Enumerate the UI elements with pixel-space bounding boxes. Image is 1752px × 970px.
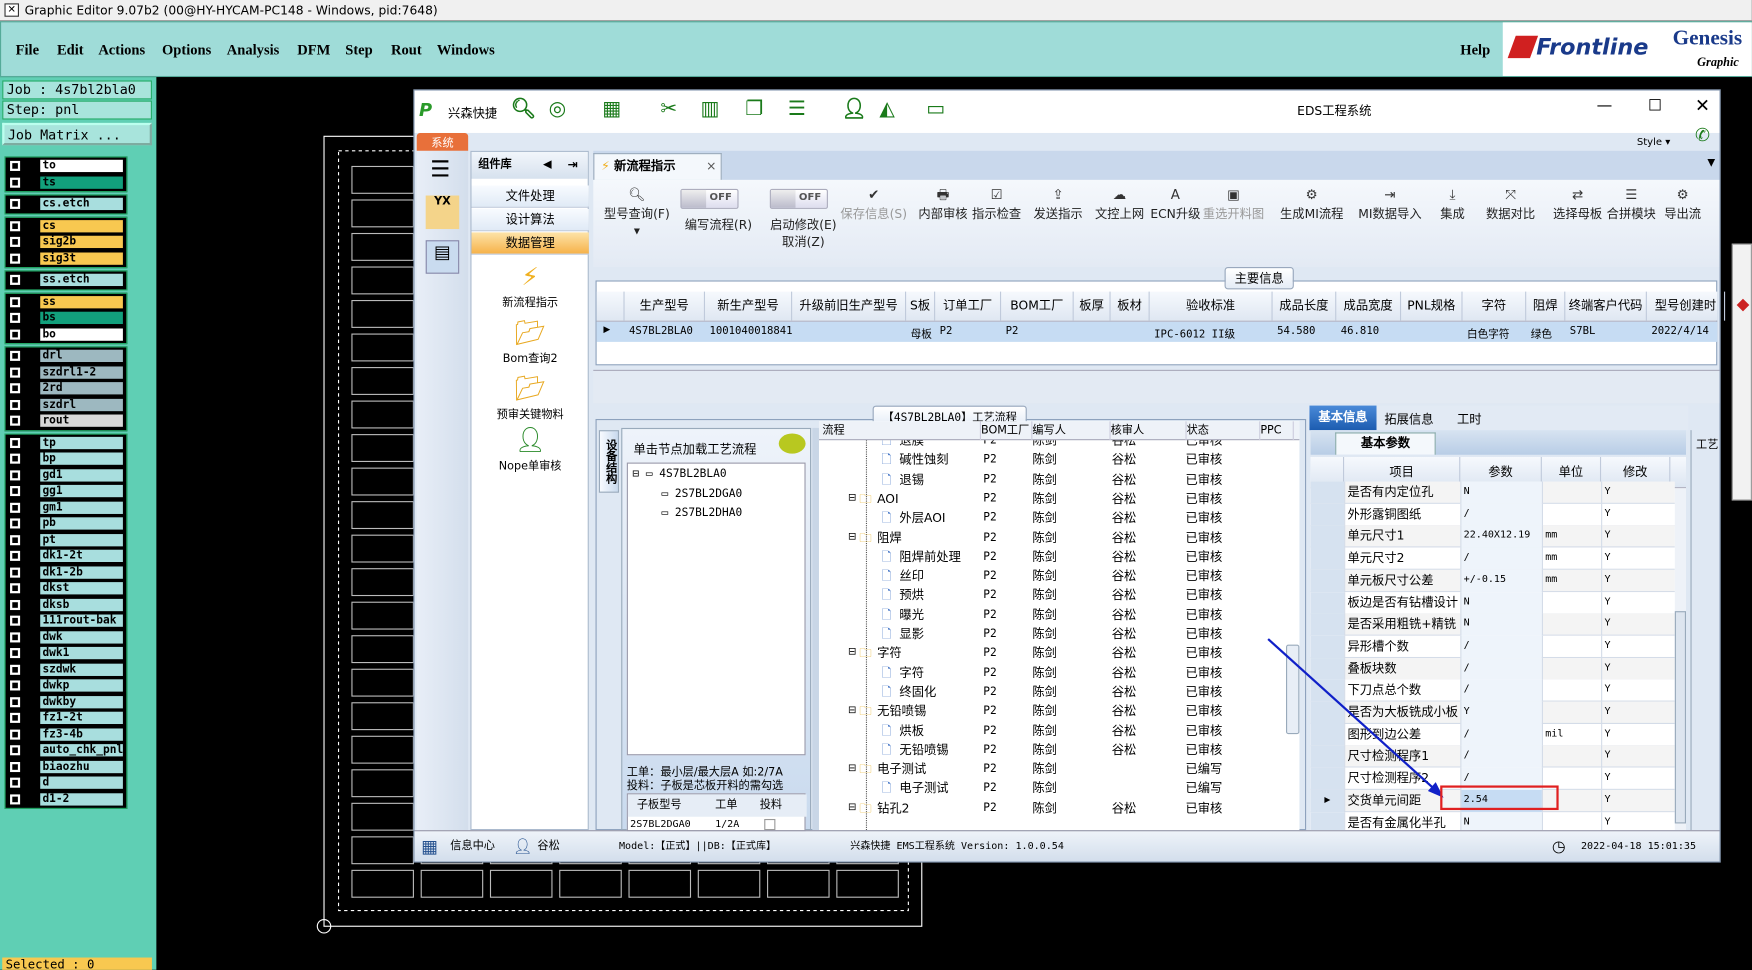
highlight-box [1440, 785, 1559, 811]
screen: ✕ Graphic Editor 9.07b2 (00@HY-HYCAM-PC1… [0, 0, 1752, 970]
annotation-layer [1267, 638, 1559, 811]
annotation-arrow [1267, 638, 1440, 795]
